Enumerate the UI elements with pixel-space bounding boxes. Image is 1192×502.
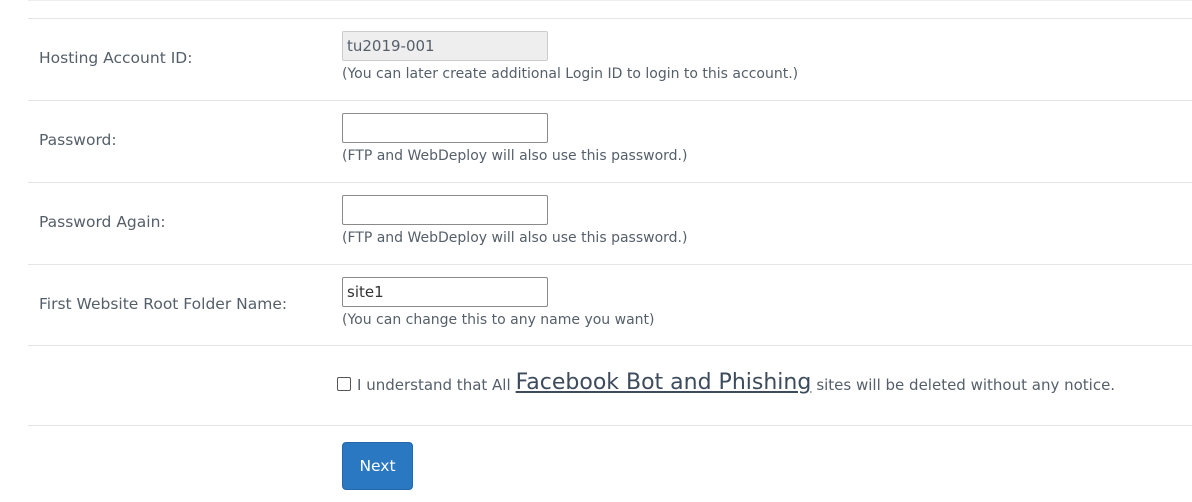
agreement-prefix: I understand that All [357, 375, 511, 394]
root-folder-row: First Website Root Folder Name: (You can… [28, 265, 1192, 346]
next-button[interactable]: Next [342, 442, 413, 490]
account-id-label: Hosting Account ID: [39, 49, 193, 67]
password-again-label: Password Again: [39, 213, 166, 231]
agreement-suffix: sites will be deleted without any notice… [816, 375, 1116, 394]
account-id-row: Hosting Account ID: (You can later creat… [28, 19, 1192, 101]
password-row: Password: (FTP and WebDeploy will also u… [28, 101, 1192, 183]
password-again-field[interactable] [342, 195, 548, 225]
account-id-field[interactable] [342, 31, 548, 61]
password-label: Password: [39, 131, 117, 149]
root-folder-field[interactable] [342, 277, 548, 307]
account-id-hint: (You can later create additional Login I… [342, 66, 799, 82]
agreement-checkbox[interactable] [337, 376, 351, 391]
agreement: I understand that All Facebook Bot and P… [337, 370, 1116, 397]
root-folder-hint: (You can change this to any name you wan… [342, 312, 655, 328]
password-again-row: Password Again: (FTP and WebDeploy will … [28, 183, 1192, 265]
facebook-phishing-link[interactable]: Facebook Bot and Phishing [516, 370, 812, 395]
password-again-hint: (FTP and WebDeploy will also use this pa… [342, 230, 688, 246]
password-hint: (FTP and WebDeploy will also use this pa… [342, 148, 688, 164]
top-border [28, 0, 1192, 1]
password-field[interactable] [342, 113, 548, 143]
agreement-row: I understand that All Facebook Bot and P… [28, 346, 1192, 426]
root-folder-label: First Website Root Folder Name: [39, 295, 288, 313]
